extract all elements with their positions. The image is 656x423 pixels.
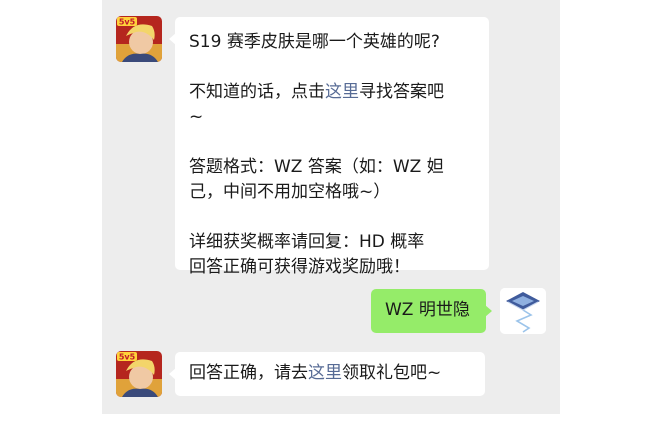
message-line: 不知道的话，点击这里寻找答案吧 ~ [189, 80, 475, 130]
here-link[interactable]: 这里 [325, 82, 359, 102]
message-text: WZ 明世隐 [385, 300, 470, 320]
avatar-badge-text: 5v5 [119, 18, 136, 27]
avatar-badge-text: 5v5 [119, 353, 136, 362]
bubble-tail [485, 305, 492, 317]
message-text: 回答正确，请去 [189, 363, 308, 383]
outgoing-message-bubble[interactable]: WZ 明世隐 [371, 289, 492, 333]
incoming-message-bubble[interactable]: 回答正确，请去这里领取礼包吧~ [169, 352, 485, 396]
hero-portrait-icon[interactable]: 5v5 [116, 351, 162, 397]
message-line: S19 赛季皮肤是哪一个英雄的呢? [189, 32, 440, 52]
message-text: 领取礼包吧~ [342, 363, 442, 383]
bubble-tail [169, 368, 176, 380]
message-text: 不知道的话，点击 [189, 82, 325, 102]
diamond-logo-icon[interactable] [500, 288, 546, 334]
chat-panel: 5v5 S19 赛季皮肤是哪一个英雄的呢? 不知道的话，点击这里寻找答案吧 ~ … [102, 0, 560, 414]
here-link[interactable]: 这里 [308, 363, 342, 383]
bubble-tail [169, 33, 176, 45]
message-line: 答题格式：WZ 答案（如：WZ 妲 己，中间不用加空格哦~） [189, 157, 444, 202]
message-line: 详细获奖概率请回复：HD 概率 回答正确可获得游戏奖励哦！ [189, 232, 425, 277]
incoming-message-bubble[interactable]: S19 赛季皮肤是哪一个英雄的呢? 不知道的话，点击这里寻找答案吧 ~ 答题格式… [169, 17, 489, 277]
hero-portrait-icon[interactable]: 5v5 [116, 16, 162, 62]
